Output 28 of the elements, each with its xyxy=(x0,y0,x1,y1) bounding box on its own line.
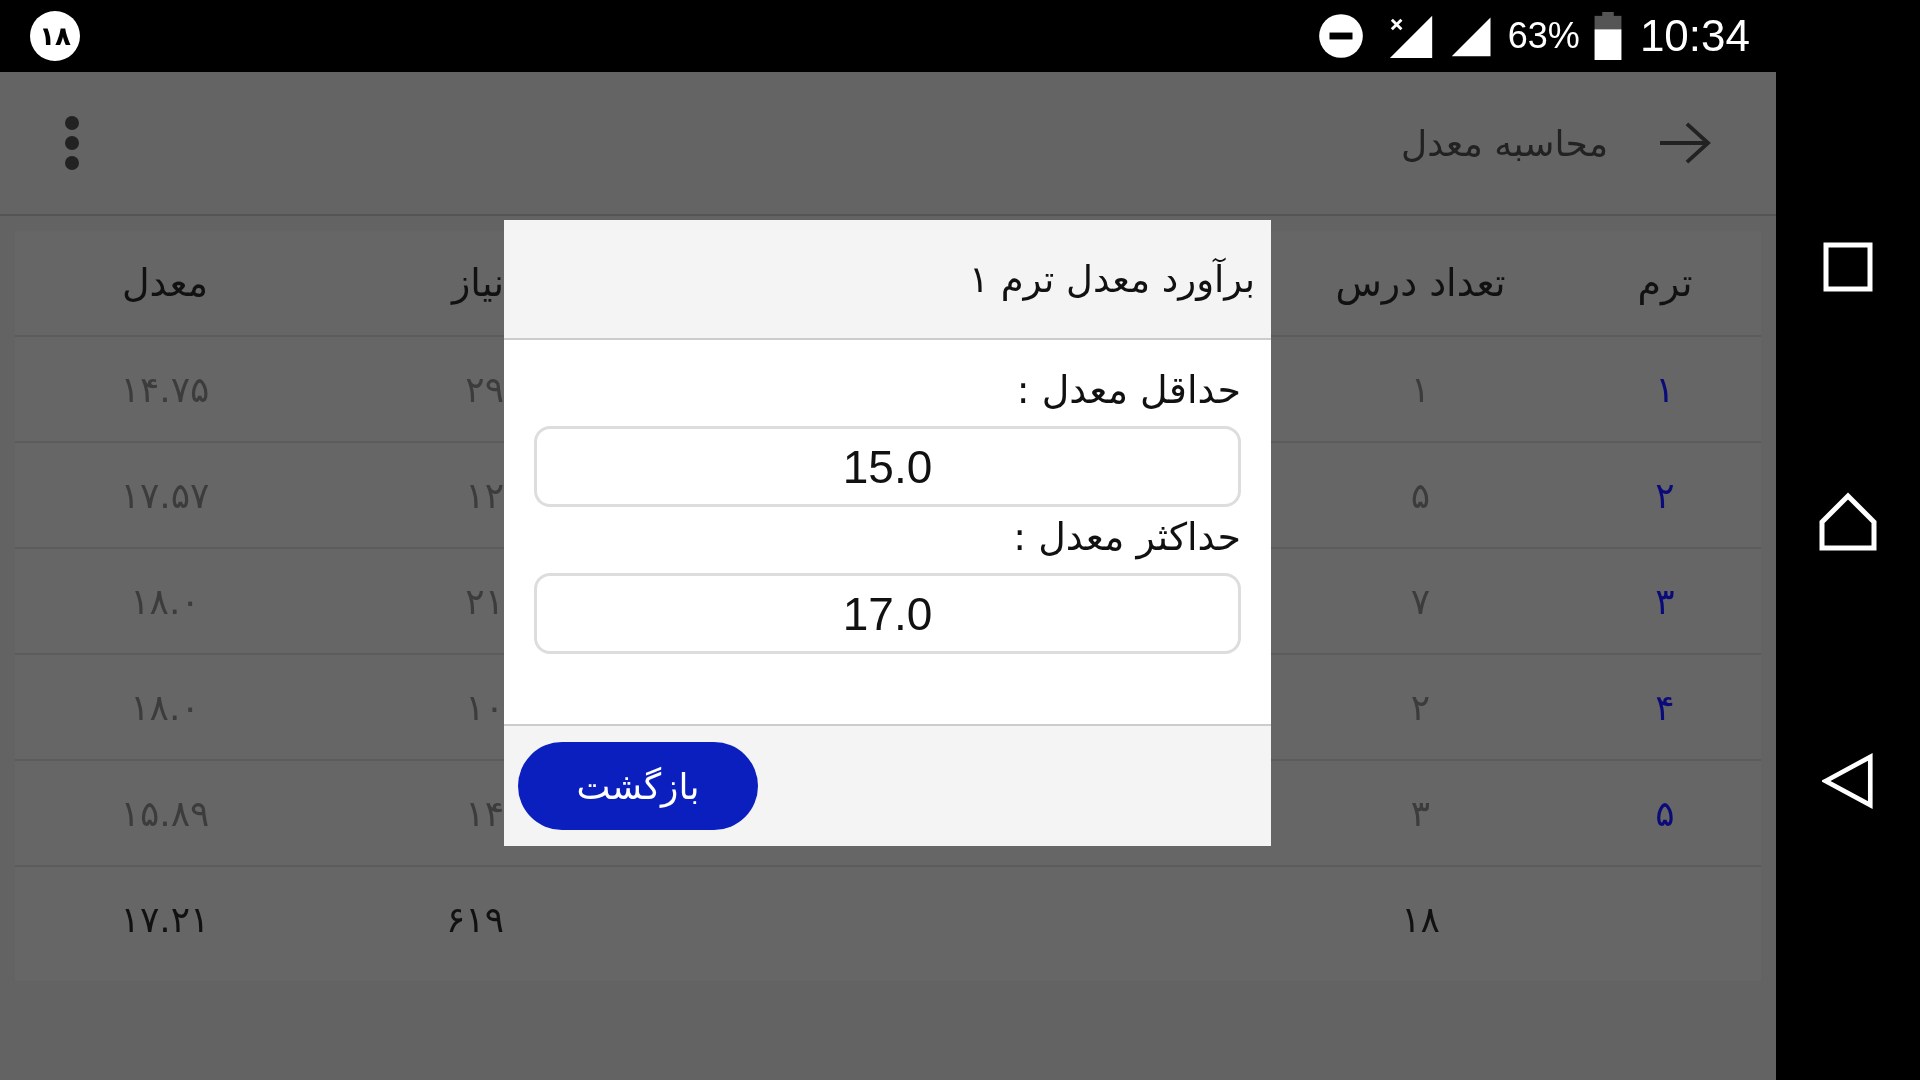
do-not-disturb-icon xyxy=(1317,13,1364,59)
field-label: حداقل معدل : xyxy=(1016,368,1241,412)
column-header: نیاز xyxy=(449,261,504,305)
battery-icon xyxy=(1593,12,1622,60)
dialog-title: برآورد معدل ترم ۱ xyxy=(969,257,1255,301)
recent-apps-icon[interactable] xyxy=(1823,242,1873,292)
term-link[interactable]: ۵ xyxy=(1570,792,1760,834)
table-cell-text: ۱۸ xyxy=(1400,898,1441,940)
term-link[interactable]: ۴ xyxy=(1570,686,1760,728)
battery-percent: 63% xyxy=(1507,15,1580,57)
more-options-icon[interactable] xyxy=(64,115,80,171)
back-icon[interactable] xyxy=(1822,752,1874,810)
column-header: تعداد درس xyxy=(1334,261,1507,305)
home-icon[interactable] xyxy=(1818,492,1878,552)
back-button[interactable]: بازگشت xyxy=(518,742,758,830)
app-title: محاسبه معدل xyxy=(1401,122,1608,164)
term-link[interactable]: ۲ xyxy=(1570,474,1760,516)
table-cell-text: ۶۱۹ xyxy=(445,898,504,940)
term-link[interactable]: ۳ xyxy=(1570,580,1760,622)
input-field[interactable]: 15.0 xyxy=(534,426,1241,507)
notification-badge: ۱۸ xyxy=(30,11,80,61)
field-label: حداکثر معدل : xyxy=(1013,515,1241,559)
column-header: معدل xyxy=(120,261,210,305)
term-link[interactable]: ۱ xyxy=(1570,368,1760,410)
column-header: ترم xyxy=(1636,261,1694,305)
clock: 10:34 xyxy=(1639,11,1750,61)
input-field[interactable]: 17.0 xyxy=(534,573,1241,654)
table-cell-text: ۱۷.۲۱ xyxy=(119,898,211,940)
